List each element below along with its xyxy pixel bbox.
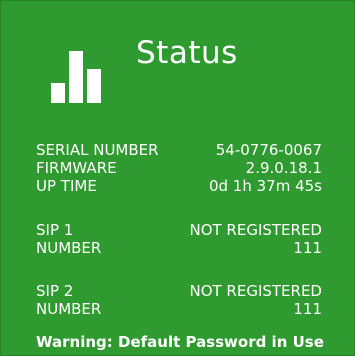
sip2-label: SIP 2 xyxy=(36,282,74,300)
tile-title: Status xyxy=(136,35,238,71)
bar-chart-icon xyxy=(51,51,103,103)
sip1-status: NOT REGISTERED xyxy=(189,221,322,239)
sip1-row: SIP 1 NOT REGISTERED xyxy=(36,221,322,239)
uptime-value: 0d 1h 37m 45s xyxy=(208,177,322,195)
sip1-number-value: 111 xyxy=(293,239,322,257)
bar-chart-icon-bar-tall xyxy=(69,51,83,103)
firmware-row: FIRMWARE 2.9.0.18.1 xyxy=(36,159,322,177)
sip1-label: SIP 1 xyxy=(36,221,74,239)
status-tile[interactable]: Status SERIAL NUMBER 54-0776-0067 FIRMWA… xyxy=(0,0,355,356)
serial-number-label: SERIAL NUMBER xyxy=(36,141,159,159)
sip1-number-row: NUMBER 111 xyxy=(36,239,322,257)
firmware-value: 2.9.0.18.1 xyxy=(245,159,322,177)
bar-chart-icon-bar-medium xyxy=(87,69,101,103)
serial-number-row: SERIAL NUMBER 54-0776-0067 xyxy=(36,141,322,159)
sip2-number-value: 111 xyxy=(293,300,322,318)
bar-chart-icon-bar-short xyxy=(51,83,65,103)
sip1-number-label: NUMBER xyxy=(36,239,102,257)
sip2-number-label: NUMBER xyxy=(36,300,102,318)
firmware-label: FIRMWARE xyxy=(36,159,117,177)
sip2-status: NOT REGISTERED xyxy=(189,282,322,300)
uptime-label: UP TIME xyxy=(36,177,97,195)
sip2-row: SIP 2 NOT REGISTERED xyxy=(36,282,322,300)
serial-number-value: 54-0776-0067 xyxy=(215,141,322,159)
uptime-row: UP TIME 0d 1h 37m 45s xyxy=(36,177,322,195)
sip2-number-row: NUMBER 111 xyxy=(36,300,322,318)
default-password-warning: Warning: Default Password in Use xyxy=(36,333,324,351)
